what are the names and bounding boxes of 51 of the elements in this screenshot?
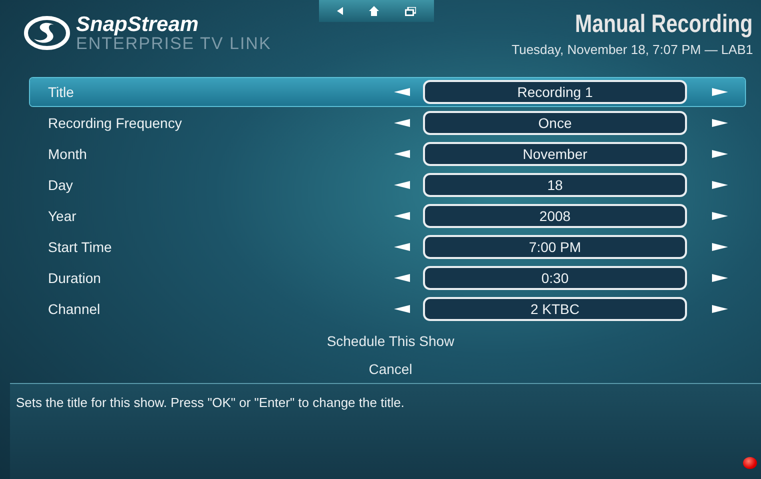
setting-row[interactable]: Title Recording 1	[30, 78, 745, 106]
right-arrow-icon	[712, 150, 728, 158]
description-text: Sets the title for this show. Press "OK" or "Enter" to change the title.	[16, 395, 404, 410]
date-time: Tuesday, November 18, 7:07 PM — LAB1	[512, 42, 753, 57]
right-arrow-icon	[712, 274, 728, 282]
setting-label: Recording Frequency	[48, 115, 183, 131]
right-arrow-icon	[712, 212, 728, 220]
setting-row[interactable]: Year 2008	[30, 202, 745, 230]
back-icon[interactable]	[336, 7, 343, 15]
value-field[interactable]: Recording 1	[423, 80, 687, 104]
setting-row[interactable]: Month November	[30, 140, 745, 168]
right-arrow-icon	[712, 119, 728, 127]
right-arrow-icon	[712, 243, 728, 251]
setting-label: Title	[48, 84, 75, 100]
setting-row[interactable]: Channel 2 KTBC	[30, 295, 745, 323]
home-icon[interactable]	[368, 6, 379, 16]
windows-icon[interactable]	[404, 6, 416, 16]
left-arrow-icon	[394, 274, 410, 282]
right-arrow-icon	[712, 305, 728, 313]
value-field[interactable]: November	[423, 142, 687, 166]
setting-label: Start Time	[48, 239, 113, 255]
right-arrow-icon	[712, 88, 728, 96]
logo-icon	[24, 15, 70, 51]
left-arrow-icon	[394, 243, 410, 251]
setting-row[interactable]: Start Time 7:00 PM	[30, 233, 745, 261]
value-field[interactable]: 7:00 PM	[423, 235, 687, 259]
right-arrow-icon	[712, 181, 728, 189]
value-field[interactable]: 2 KTBC	[423, 297, 687, 321]
brand-subtitle: ENTERPRISE TV LINK	[76, 35, 272, 52]
setting-row[interactable]: Recording Frequency Once	[30, 109, 745, 137]
setting-label: Year	[48, 208, 78, 224]
left-arrow-icon	[394, 181, 410, 189]
setting-row[interactable]: Duration 0:30	[30, 264, 745, 292]
value-field[interactable]: 18	[423, 173, 687, 197]
brand-name: SnapStream	[76, 14, 200, 35]
setting-label: Channel	[48, 301, 102, 317]
left-arrow-icon	[394, 88, 410, 96]
left-arrow-icon	[394, 150, 410, 158]
action-button[interactable]: Cancel	[368, 361, 412, 377]
setting-label: Day	[48, 177, 74, 193]
value-field[interactable]: 0:30	[423, 266, 687, 290]
page-title: Manual Recording	[575, 10, 753, 39]
left-arrow-icon	[394, 212, 410, 220]
setting-label: Duration	[48, 270, 102, 286]
left-arrow-icon	[394, 119, 410, 127]
value-field[interactable]: Once	[423, 111, 687, 135]
value-field[interactable]: 2008	[423, 204, 687, 228]
setting-label: Month	[48, 146, 88, 162]
setting-row[interactable]: Day 18	[30, 171, 745, 199]
left-arrow-icon	[394, 305, 410, 313]
action-button[interactable]: Schedule This Show	[326, 333, 454, 349]
